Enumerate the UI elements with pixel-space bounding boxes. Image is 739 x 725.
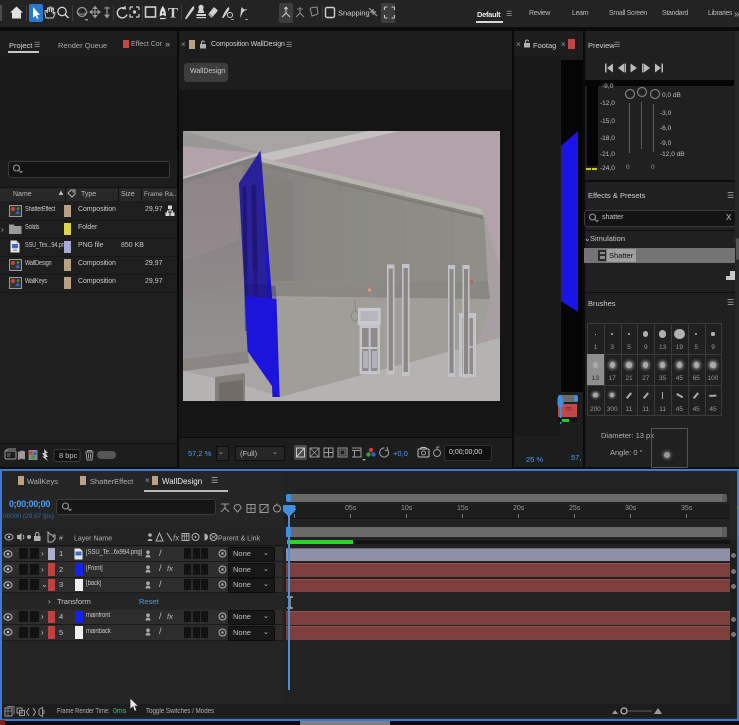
svg-text:T: T: [168, 6, 178, 22]
svg-text:#: #: [59, 536, 63, 543]
svg-text:8 bpc: 8 bpc: [59, 451, 78, 460]
svg-text:Parent & Link: Parent & Link: [218, 536, 261, 543]
svg-text:Snapping: Snapping: [338, 9, 370, 18]
svg-text:fx: fx: [173, 534, 180, 543]
svg-text:+0,0: +0,0: [393, 449, 408, 458]
svg-text:Layer Name: Layer Name: [74, 536, 112, 543]
